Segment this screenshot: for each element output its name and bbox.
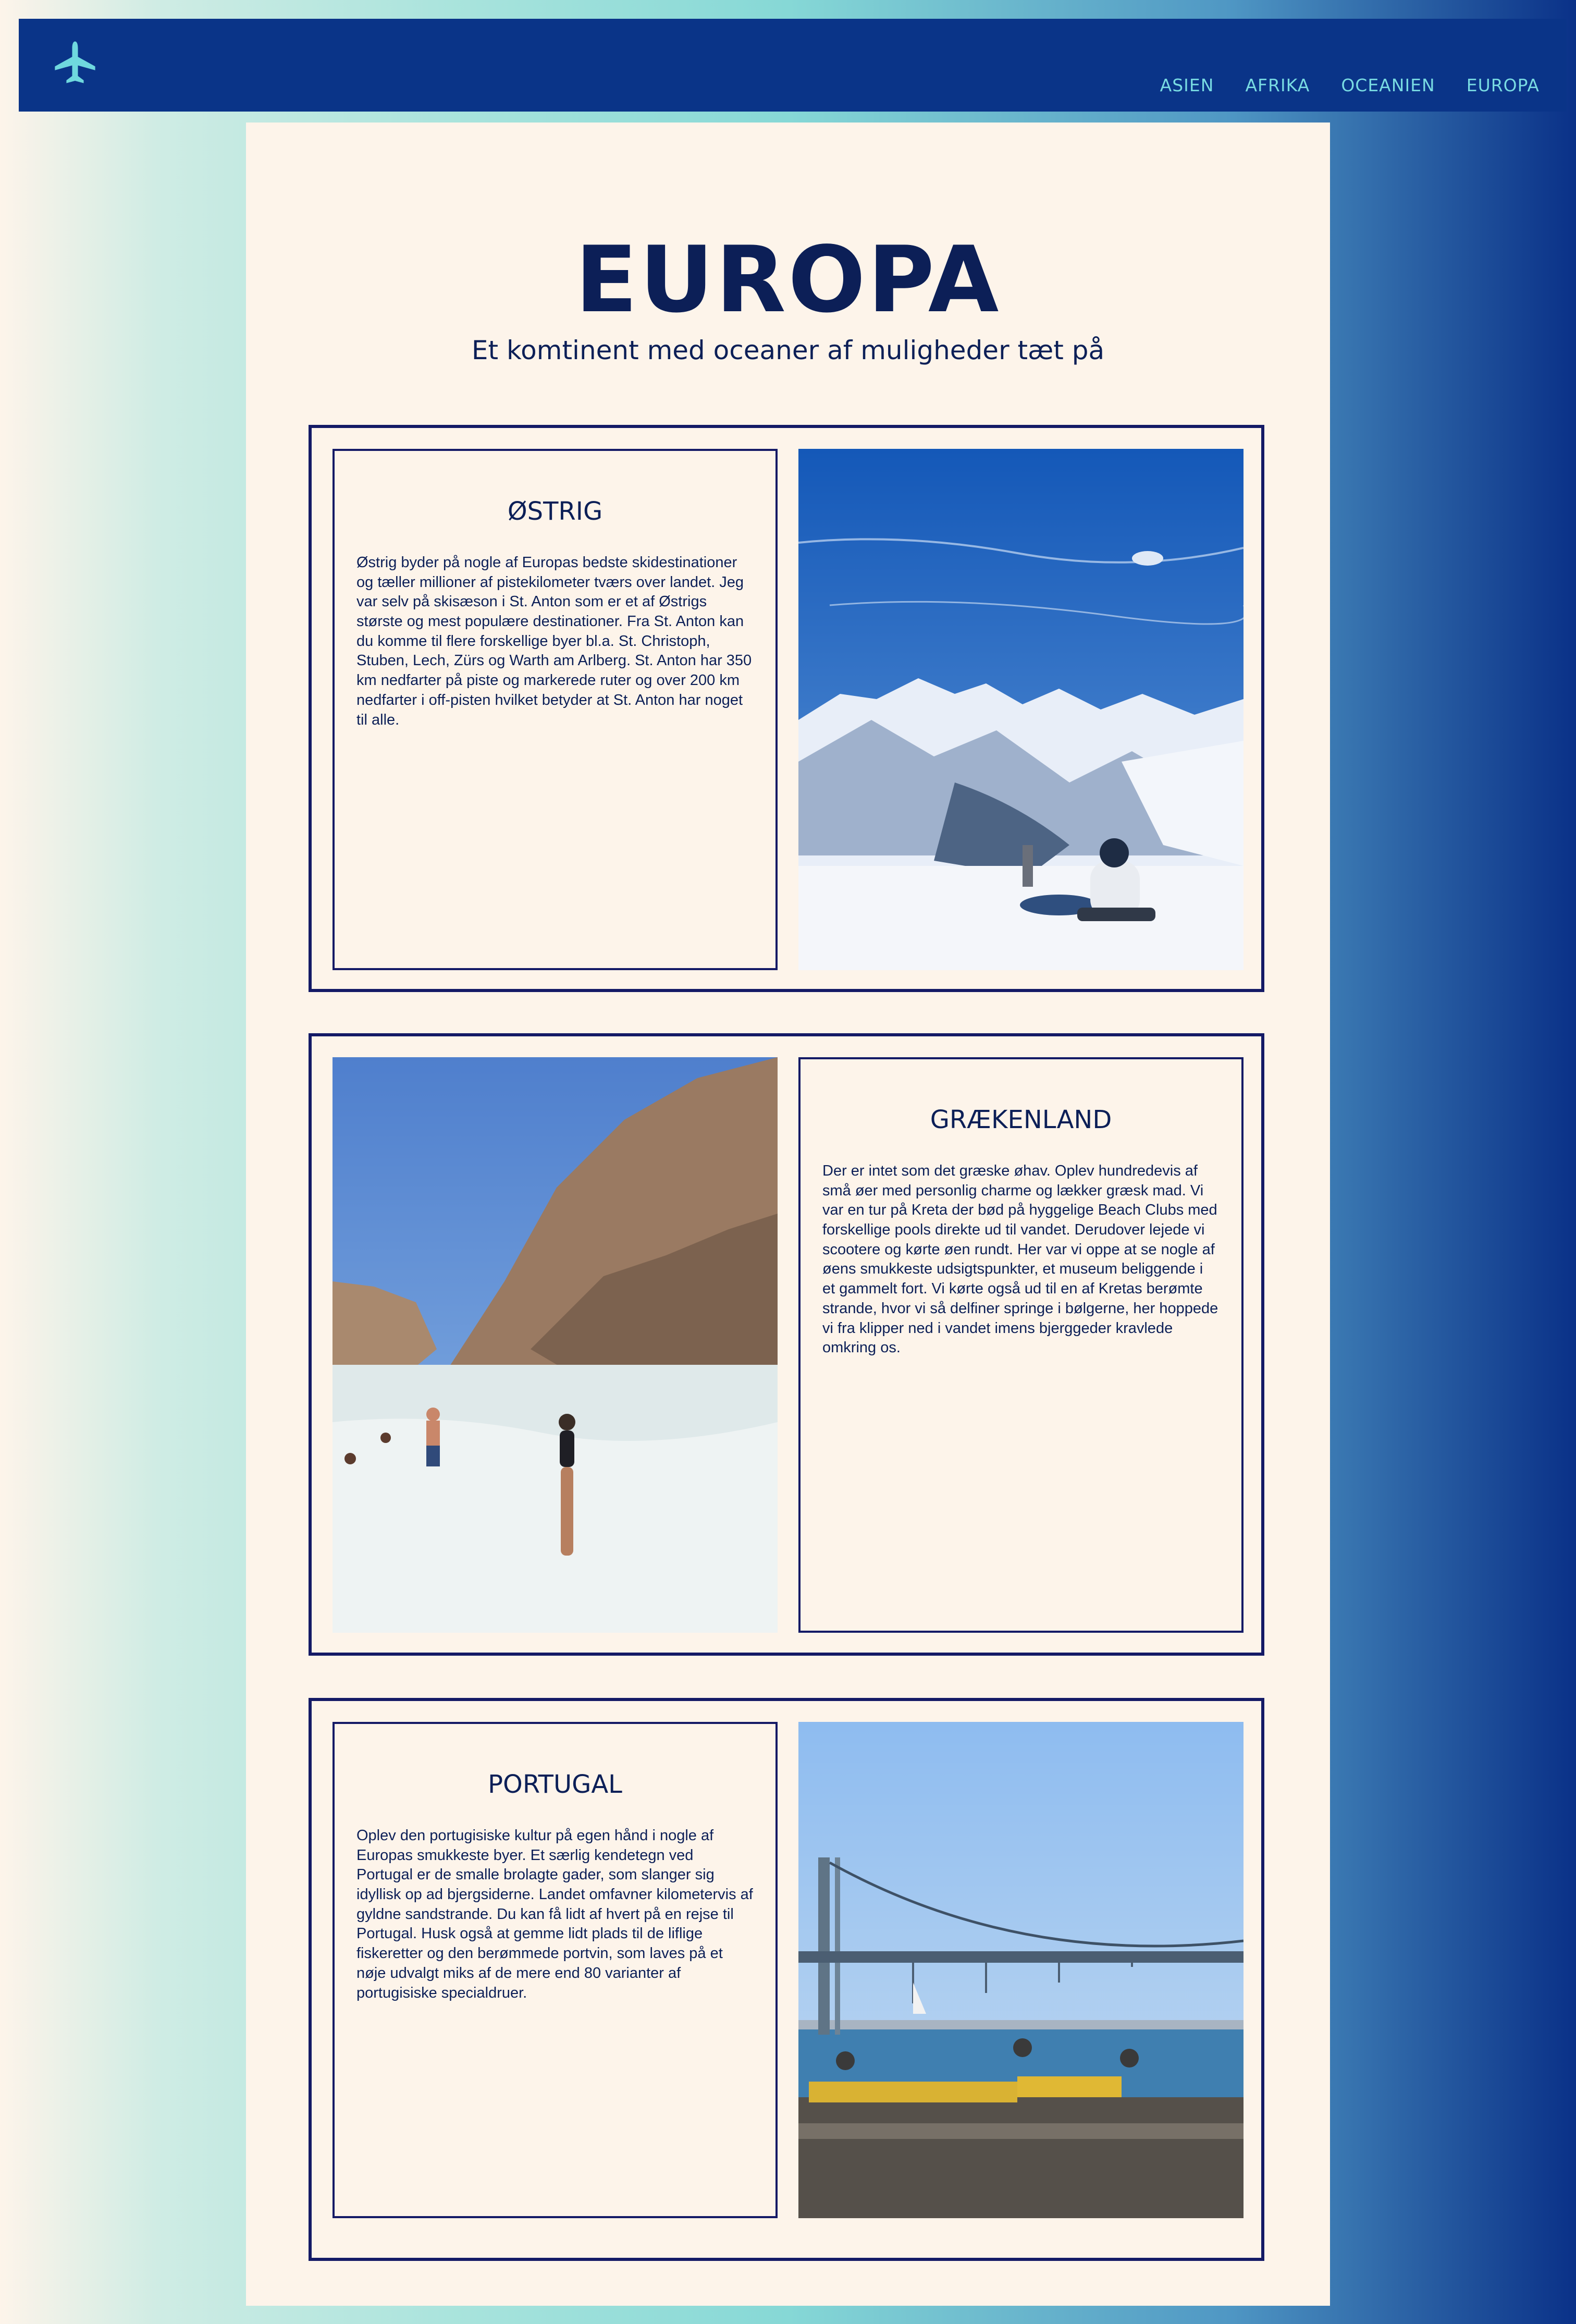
text-box: ØSTRIG Østrig byder på nogle af Europas … bbox=[333, 449, 778, 970]
nav-afrika[interactable]: AFRIKA bbox=[1245, 75, 1310, 95]
text-box: GRÆKENLAND Der er intet som det græske ø… bbox=[798, 1057, 1243, 1633]
text-box: PORTUGAL Oplev den portugisiske kultur p… bbox=[333, 1722, 778, 2218]
content-panel: EUROPA Et komtinent med oceaner af mulig… bbox=[246, 123, 1330, 2306]
nav-oceanien[interactable]: OCEANIEN bbox=[1341, 75, 1435, 95]
section-ostrig: ØSTRIG Østrig byder på nogle af Europas … bbox=[309, 425, 1264, 992]
section-body: Østrig byder på nogle af Europas bedste … bbox=[356, 554, 752, 728]
portugal-photo bbox=[798, 1722, 1243, 2218]
nav-europa[interactable]: EUROPA bbox=[1467, 75, 1540, 95]
nav-asien[interactable]: ASIEN bbox=[1160, 75, 1214, 95]
graekenland-photo bbox=[333, 1057, 778, 1633]
section-heading: ØSTRIG bbox=[507, 497, 603, 526]
page-subtitle: Et komtinent med oceaner af muligheder t… bbox=[471, 335, 1105, 365]
airplane-icon[interactable] bbox=[51, 39, 99, 87]
site-header: ASIEN AFRIKA OCEANIEN EUROPA bbox=[19, 19, 1567, 112]
page-title: EUROPA bbox=[575, 227, 1001, 334]
section-body: Oplev den portugisiske kultur på egen hå… bbox=[356, 1827, 753, 2001]
section-heading: GRÆKENLAND bbox=[930, 1105, 1112, 1134]
section-portugal: PORTUGAL Oplev den portugisiske kultur p… bbox=[309, 1698, 1264, 2261]
ostrig-photo bbox=[798, 449, 1243, 970]
section-body: Der er intet som det græske øhav. Oplev … bbox=[822, 1163, 1218, 1356]
main-nav: ASIEN AFRIKA OCEANIEN EUROPA bbox=[1160, 75, 1540, 95]
section-heading: PORTUGAL bbox=[488, 1770, 622, 1799]
section-graekenland: GRÆKENLAND Der er intet som det græske ø… bbox=[309, 1033, 1264, 1656]
